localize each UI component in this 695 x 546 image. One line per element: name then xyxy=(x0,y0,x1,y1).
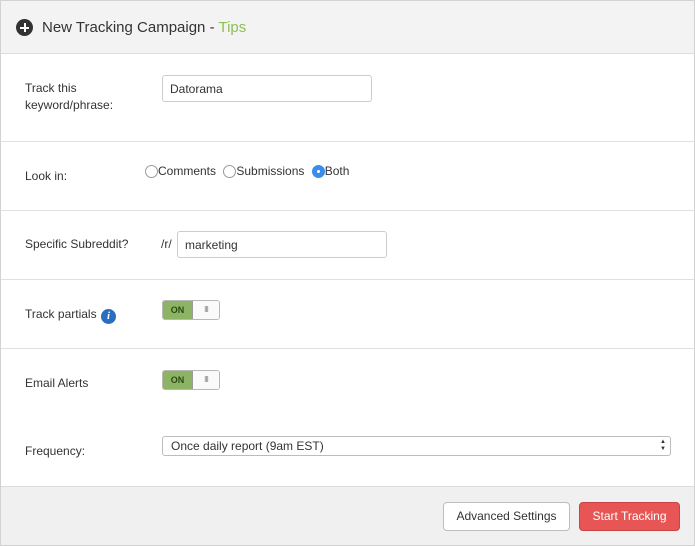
subreddit-prefix: /r/ xyxy=(161,237,172,251)
track-partials-row: Track partials i ON III xyxy=(1,280,694,349)
start-tracking-button[interactable]: Start Tracking xyxy=(579,502,680,531)
frequency-selected-value: Once daily report (9am EST) xyxy=(171,439,324,453)
page-title: New Tracking Campaign - Tips xyxy=(42,19,246,36)
keyword-label: Track this keyword/phrase: xyxy=(25,80,113,114)
advanced-settings-button[interactable]: Advanced Settings xyxy=(443,502,570,531)
subreddit-label: Specific Subreddit? xyxy=(25,237,129,251)
tips-link[interactable]: Tips xyxy=(218,19,246,36)
frequency-select[interactable]: Once daily report (9am EST) ▲ ▼ xyxy=(162,436,671,456)
radio-submissions-label: Submissions xyxy=(236,164,305,178)
track-partials-toggle[interactable]: ON III xyxy=(162,300,220,320)
title-text: New Tracking Campaign - xyxy=(42,19,219,36)
plus-circle-icon xyxy=(16,19,33,36)
frequency-label: Frequency: xyxy=(25,444,86,458)
radio-dot xyxy=(145,165,158,178)
look-in-label: Look in: xyxy=(25,169,68,183)
radio-submissions[interactable]: Submissions xyxy=(223,164,304,178)
radio-dot xyxy=(223,165,237,178)
tracking-campaign-panel: New Tracking Campaign - Tips Track this … xyxy=(0,0,695,546)
email-alerts-label: Email Alerts xyxy=(25,376,89,390)
look-in-row: Look in: Comments Submissions Both xyxy=(1,142,694,211)
email-alerts-toggle[interactable]: ON III xyxy=(162,370,220,390)
select-arrows-icon: ▲ ▼ xyxy=(660,439,666,452)
keyword-input[interactable] xyxy=(162,75,372,102)
subreddit-input[interactable] xyxy=(177,231,387,258)
info-icon[interactable]: i xyxy=(101,309,116,324)
toggle-on-label: ON xyxy=(163,301,193,319)
radio-both-label: Both xyxy=(324,164,350,178)
keyword-label-line1: Track this xyxy=(25,81,77,95)
radio-comments[interactable]: Comments xyxy=(145,164,216,178)
track-partials-label: Track partials xyxy=(25,307,97,321)
panel-header: New Tracking Campaign - Tips xyxy=(1,1,694,54)
toggle-grip: III xyxy=(193,371,219,389)
keyword-label-line2: keyword/phrase: xyxy=(25,98,114,112)
toggle-on-label: ON xyxy=(163,371,193,389)
radio-dot-checked xyxy=(311,165,325,178)
look-in-radio-group: Comments Submissions Both xyxy=(145,164,353,178)
radio-both[interactable]: Both xyxy=(311,164,350,178)
subreddit-row: Specific Subreddit? /r/ xyxy=(1,211,694,280)
radio-comments-label: Comments xyxy=(158,164,217,178)
toggle-grip: III xyxy=(193,301,219,319)
keyword-row: Track this keyword/phrase: xyxy=(1,54,694,142)
panel-footer: Advanced Settings Start Tracking xyxy=(1,486,694,545)
